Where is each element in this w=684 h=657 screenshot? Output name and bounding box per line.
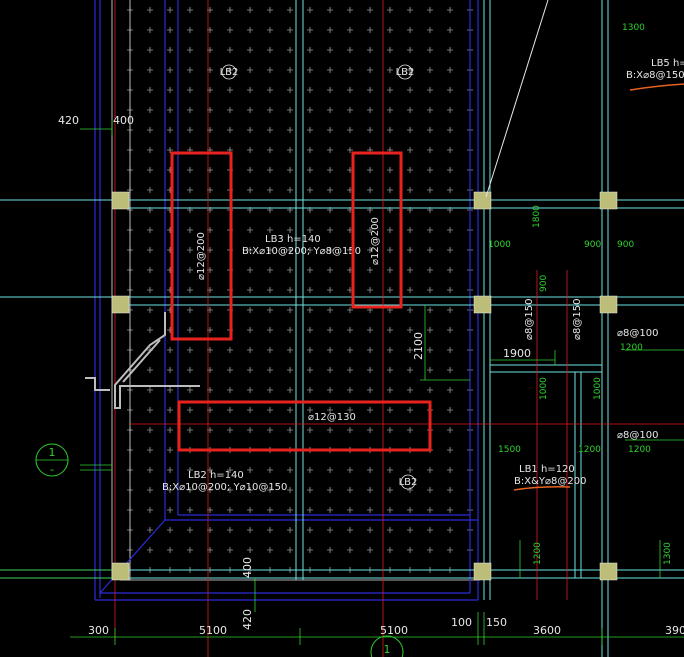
dim-5100-b: 5100 xyxy=(380,624,408,637)
gdim-1200-d: 1200 xyxy=(533,542,543,565)
lb2-name: LB2 h=140 xyxy=(188,470,244,481)
svg-text:1: 1 xyxy=(384,643,391,656)
svg-text:LB2: LB2 xyxy=(396,67,415,78)
slab-tag-2: LB2 xyxy=(396,64,415,80)
lb1-name: LB1 h=120 xyxy=(519,464,575,475)
lb2-rebar: B:X⌀10@200; Y⌀10@150 xyxy=(162,482,287,493)
gdim-1000: 1000 xyxy=(488,240,511,250)
rebar-callout-r4: ⌀8@100 xyxy=(617,430,658,441)
section-mark-left[interactable]: 1 - xyxy=(35,443,69,477)
gdim-900-a: 900 xyxy=(584,240,601,250)
gdim-1800: 1800 xyxy=(532,205,542,228)
dim-5100-a: 5100 xyxy=(199,624,227,637)
gdim-1000-c: 1000 xyxy=(593,377,603,400)
floor-plan-svg[interactable]: LB2 LB2 LB2 LB3 h=140 B:X⌀10@200; Y⌀8@15… xyxy=(0,0,684,657)
gdim-900-b: 900 xyxy=(617,240,634,250)
lb1-rebar: B:X&Y⌀8@200 xyxy=(514,476,586,487)
gdim-1000-b: 1000 xyxy=(539,377,549,400)
gdim-1300-top: 1300 xyxy=(622,23,645,33)
gdim-1300-b: 1300 xyxy=(663,542,673,565)
leader-line xyxy=(485,0,549,198)
dim-400-top: 400 xyxy=(113,114,134,127)
dim-2100: 2100 xyxy=(412,332,425,360)
gdim-900-c: 900 xyxy=(539,275,549,292)
gdim-1500: 1500 xyxy=(498,445,521,455)
dim-150: 150 xyxy=(486,616,507,629)
lb5-name: LB5 h= xyxy=(651,58,684,69)
dim-420-left: 420 xyxy=(58,114,79,127)
dim-100: 100 xyxy=(451,616,472,629)
dim-300: 300 xyxy=(88,624,109,637)
gdim-1200-c: 1200 xyxy=(628,445,651,455)
lb3-name: LB3 h=140 xyxy=(265,234,321,245)
rebar-callout-r2: ⌀8@150 xyxy=(572,299,583,340)
gdim-1200-b: 1200 xyxy=(578,445,601,455)
svg-text:-: - xyxy=(50,463,54,476)
dim-3600: 3600 xyxy=(533,624,561,637)
dim-420-bottom: 420 xyxy=(241,609,254,630)
rebar-callout-horizontal: ⌀12@130 xyxy=(308,412,356,423)
lb5-underline xyxy=(629,83,684,91)
slab-tag-3: LB2 xyxy=(399,474,418,490)
gdim-1200-a: 1200 xyxy=(620,343,643,353)
rebar-callout-vertical-left: ⌀12@200 xyxy=(196,232,207,280)
slab-hatch xyxy=(120,0,480,580)
dim-3900: 390 xyxy=(665,624,684,637)
slab-tag-1: LB2 xyxy=(220,64,239,80)
dim-400-bottom: 400 xyxy=(241,557,254,578)
rebar-callout-vertical-mid: ⌀12@200 xyxy=(370,217,381,265)
rebar-callout-r1: ⌀8@150 xyxy=(524,299,535,340)
svg-text:LB2: LB2 xyxy=(220,67,239,78)
svg-text:LB2: LB2 xyxy=(399,477,418,488)
lb5-rebar: B:X⌀8@150; Y xyxy=(626,70,684,81)
dim-1900: 1900 xyxy=(503,347,531,360)
rebar-callout-r3: ⌀8@100 xyxy=(617,328,658,339)
svg-text:1: 1 xyxy=(49,446,56,459)
cad-drawing-canvas[interactable]: LB2 LB2 LB2 LB3 h=140 B:X⌀10@200; Y⌀8@15… xyxy=(0,0,684,657)
lb3-rebar: B:X⌀10@200; Y⌀8@150 xyxy=(242,246,361,257)
lb1-underline xyxy=(513,486,571,491)
section-mark-bottom[interactable]: 1 xyxy=(370,635,404,657)
